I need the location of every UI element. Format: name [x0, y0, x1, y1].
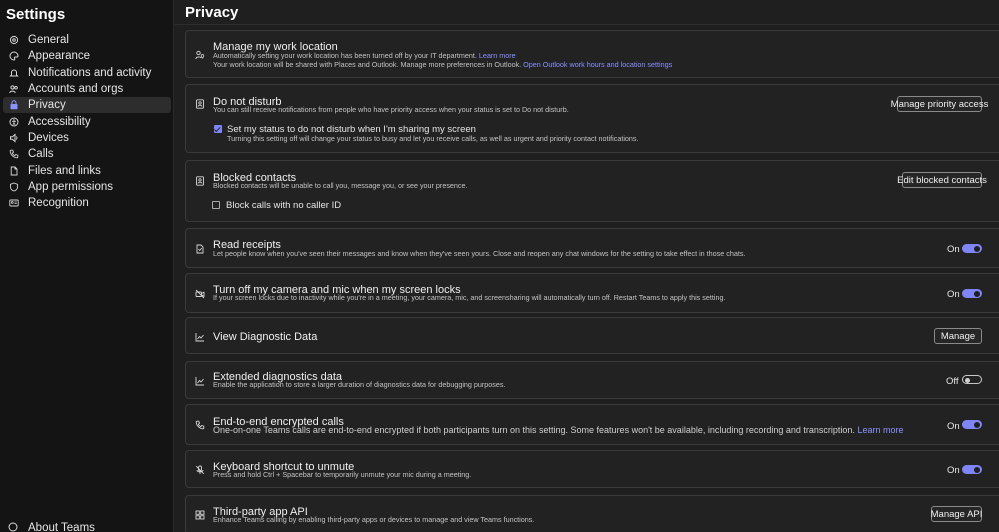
extended-diagnostics-card: Extended diagnostics data Enable the app… [185, 361, 999, 399]
sidebar-item-accessibility[interactable]: Accessibility [3, 113, 171, 129]
chart-icon [195, 332, 205, 342]
block-no-caller-id-checkbox[interactable] [212, 201, 220, 209]
sidebar-item-label: Notifications and activity [28, 66, 152, 79]
sidebar-item-label: Accounts and orgs [28, 83, 124, 96]
e2e-learn-more-link[interactable]: Learn more [857, 425, 903, 435]
sidebar-item-app-permissions[interactable]: App permissions [3, 179, 171, 195]
sidebar-item-calls[interactable]: Calls [3, 146, 171, 162]
gear-icon [8, 34, 20, 46]
read-receipts-desc: Let people know when you've seen their m… [213, 249, 746, 258]
sidebar-item-files[interactable]: Files and links [3, 162, 171, 178]
manage-priority-access-button[interactable]: Manage priority access [891, 96, 988, 112]
apps-icon [195, 510, 205, 520]
diagnostic-data-card: View Diagnostic Data Manage [185, 317, 999, 354]
manage-diagnostic-button[interactable]: Manage [934, 328, 982, 344]
work-location-desc-2-text: Your work location will be shared with P… [213, 60, 522, 69]
e2e-calls-desc: One-on-one Teams calls are end-to-end en… [213, 426, 903, 435]
sidebar-item-privacy[interactable]: Privacy [3, 97, 171, 114]
third-party-api-desc: Enhance Teams calling by enabling third-… [213, 515, 535, 524]
about-label: About Teams [28, 522, 95, 532]
dnd-screen-share-checkbox[interactable] [214, 125, 222, 133]
camera-mic-card: Turn off my camera and mic when my scree… [185, 273, 999, 313]
sidebar-item-label: Recognition [28, 197, 89, 210]
sidebar-item-label: Devices [28, 131, 69, 144]
location-person-icon [195, 50, 205, 60]
phone-icon [195, 420, 205, 430]
extended-diagnostics-toggle[interactable] [962, 375, 982, 384]
people-icon [8, 83, 20, 95]
camera-off-icon [195, 289, 205, 299]
block-no-caller-id-label: Block calls with no caller ID [226, 200, 342, 211]
dnd-card: Do not disturb You can still receive not… [185, 84, 999, 153]
sidebar-item-appearance[interactable]: Appearance [3, 48, 171, 64]
edit-blocked-contacts-button[interactable]: Edit blocked contacts [897, 172, 987, 188]
extended-diagnostics-desc: Enable the application to store a larger… [213, 380, 506, 389]
sidebar-item-label: Appearance [28, 50, 91, 63]
sidebar-item-devices[interactable]: Devices [3, 130, 171, 146]
info-icon [8, 522, 20, 532]
blocked-contacts-desc: Blocked contacts will be unable to call … [213, 181, 468, 190]
blocked-contacts-card: Blocked contacts Blocked contacts will b… [185, 160, 999, 222]
read-receipt-icon [195, 244, 205, 254]
lock-icon [8, 99, 20, 111]
phone-icon [8, 148, 20, 160]
read-receipts-card: Read receipts Let people know when you'v… [185, 228, 999, 268]
camera-mic-toggle[interactable] [962, 289, 982, 298]
e2e-calls-toggle[interactable] [962, 420, 982, 429]
shield-icon [8, 181, 20, 193]
outlook-settings-link[interactable]: Open Outlook work hours and location set… [523, 60, 672, 69]
sidebar-item-label: General [28, 34, 69, 47]
accessibility-icon [8, 116, 20, 128]
dnd-desc: You can still receive notifications from… [213, 105, 569, 114]
id-card-icon [8, 197, 20, 209]
dnd-person-icon [195, 99, 205, 109]
blocked-contact-icon [195, 176, 205, 186]
sidebar-item-accounts[interactable]: Accounts and orgs [3, 81, 171, 97]
sidebar-item-general[interactable]: General [3, 32, 171, 48]
e2e-calls-card: End-to-end encrypted calls One-on-one Te… [185, 404, 999, 445]
work-location-desc-2: Your work location will be shared with P… [213, 60, 672, 70]
sidebar-nav: General Appearance Notifications and act… [3, 32, 171, 211]
camera-mic-state: On [947, 289, 960, 300]
read-receipts-state: On [947, 244, 960, 255]
mic-off-icon [195, 465, 205, 475]
sidebar: Settings General Appearance Notification… [0, 0, 174, 532]
about-teams-link[interactable]: About Teams [8, 522, 95, 532]
page-title: Privacy [185, 4, 239, 21]
e2e-calls-desc-text: One-on-one Teams calls are end-to-end en… [213, 425, 855, 435]
work-location-desc-text: Automatically setting your work location… [213, 51, 477, 60]
keyboard-shortcut-toggle[interactable] [962, 465, 982, 474]
sidebar-item-label: Accessibility [28, 115, 91, 128]
diagnostic-data-title: View Diagnostic Data [213, 331, 318, 343]
camera-mic-desc: If your screen locks due to inactivity w… [213, 293, 726, 302]
manage-api-button[interactable]: Manage API [931, 506, 982, 522]
bell-icon [8, 67, 20, 79]
header-divider [175, 24, 999, 25]
sidebar-title: Settings [6, 6, 66, 23]
keyboard-shortcut-state: On [947, 465, 960, 476]
palette-icon [8, 50, 20, 62]
learn-more-link[interactable]: Learn more [479, 51, 516, 60]
speaker-icon [8, 132, 20, 144]
sidebar-item-notifications[interactable]: Notifications and activity [3, 65, 171, 81]
keyboard-shortcut-card: Keyboard shortcut to unmute Press and ho… [185, 450, 999, 488]
dnd-checkbox-desc: Turning this setting off will change you… [227, 134, 639, 143]
read-receipts-toggle[interactable] [962, 244, 982, 253]
e2e-calls-state: On [947, 421, 960, 432]
work-location-card: Manage my work location Automatically se… [185, 30, 999, 78]
chart-icon [195, 376, 205, 386]
main-panel: Privacy Manage my work location Automati… [175, 0, 999, 532]
sidebar-item-label: Calls [28, 148, 54, 161]
sidebar-item-label: Files and links [28, 164, 101, 177]
third-party-api-card: Third-party app API Enhance Teams callin… [185, 495, 999, 532]
file-icon [8, 165, 20, 177]
keyboard-shortcut-desc: Press and hold Ctrl + Spacebar to tempor… [213, 470, 472, 479]
extended-diagnostics-state: Off [946, 376, 959, 387]
sidebar-item-label: App permissions [28, 180, 114, 193]
sidebar-item-label: Privacy [28, 99, 66, 112]
sidebar-item-recognition[interactable]: Recognition [3, 195, 171, 211]
